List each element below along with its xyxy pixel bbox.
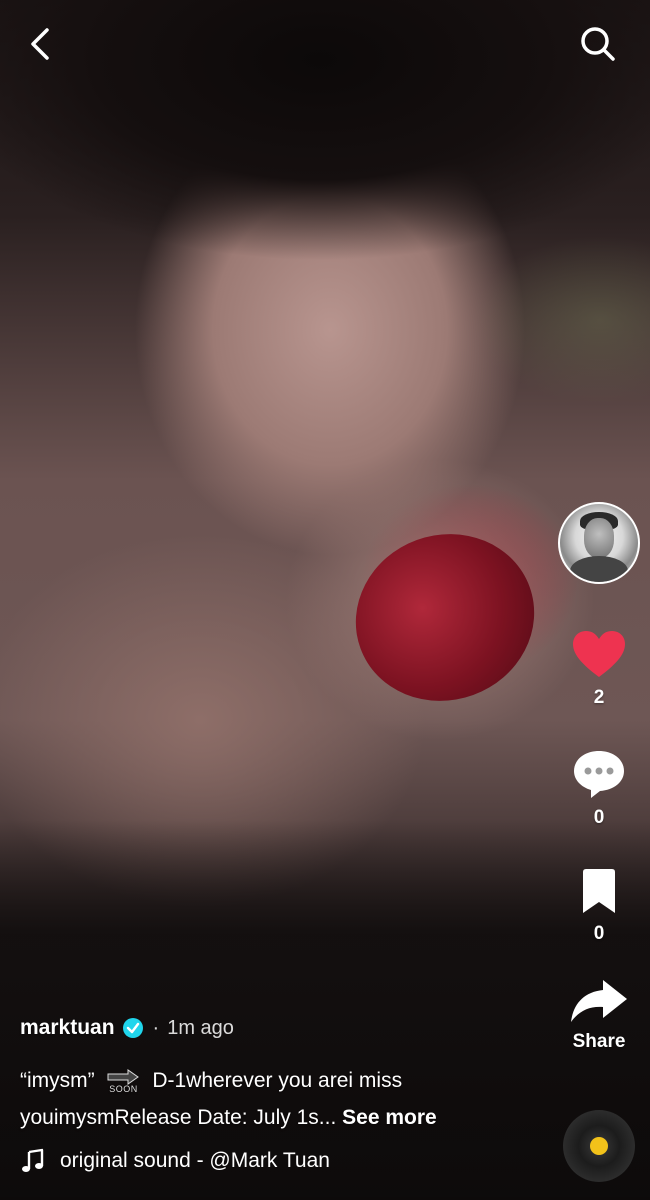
post-meta: marktuan · 1m ago “imysm” SOON D-1wherev… — [20, 1012, 540, 1174]
save-count: 0 — [593, 923, 605, 944]
verified-badge-icon — [122, 1018, 143, 1038]
caption[interactable]: “imysm” SOON D-1wherever you arei miss y… — [20, 1062, 540, 1136]
share-label: Share — [572, 1031, 626, 1052]
sound-link[interactable]: original sound - @Mark Tuan — [20, 1148, 540, 1174]
separator-dot: · — [152, 1016, 160, 1039]
music-disc[interactable] — [563, 1110, 635, 1182]
heart-icon — [573, 631, 625, 677]
bookmark-icon — [583, 869, 615, 913]
see-more-link[interactable]: See more — [336, 1106, 437, 1129]
search-icon — [581, 27, 615, 61]
post-time: 1m ago — [167, 1016, 234, 1039]
music-note-icon — [22, 1148, 44, 1172]
sound-name: original sound - @Mark Tuan — [60, 1149, 330, 1172]
soon-label: SOON — [109, 1083, 138, 1094]
like-button[interactable]: 2 — [555, 630, 643, 709]
share-arrow-icon — [571, 980, 627, 1022]
back-button[interactable] — [18, 22, 62, 66]
comment-icon — [574, 751, 624, 798]
comment-count: 0 — [593, 807, 605, 828]
chevron-left-icon — [31, 28, 49, 60]
share-button[interactable]: Share — [555, 978, 643, 1053]
video-frame-hair — [0, 0, 650, 260]
search-button[interactable] — [574, 20, 622, 68]
comment-button[interactable]: 0 — [555, 748, 643, 829]
soon-arrow-emoji: SOON — [106, 1068, 140, 1094]
avatar[interactable] — [558, 502, 640, 584]
right-arrow-icon — [107, 1068, 140, 1085]
username[interactable]: marktuan — [20, 1016, 115, 1040]
caption-text-1: “imysm” — [20, 1069, 95, 1092]
like-count: 2 — [593, 687, 605, 708]
save-button[interactable]: 0 — [555, 868, 643, 945]
music-disc-center — [590, 1137, 608, 1155]
